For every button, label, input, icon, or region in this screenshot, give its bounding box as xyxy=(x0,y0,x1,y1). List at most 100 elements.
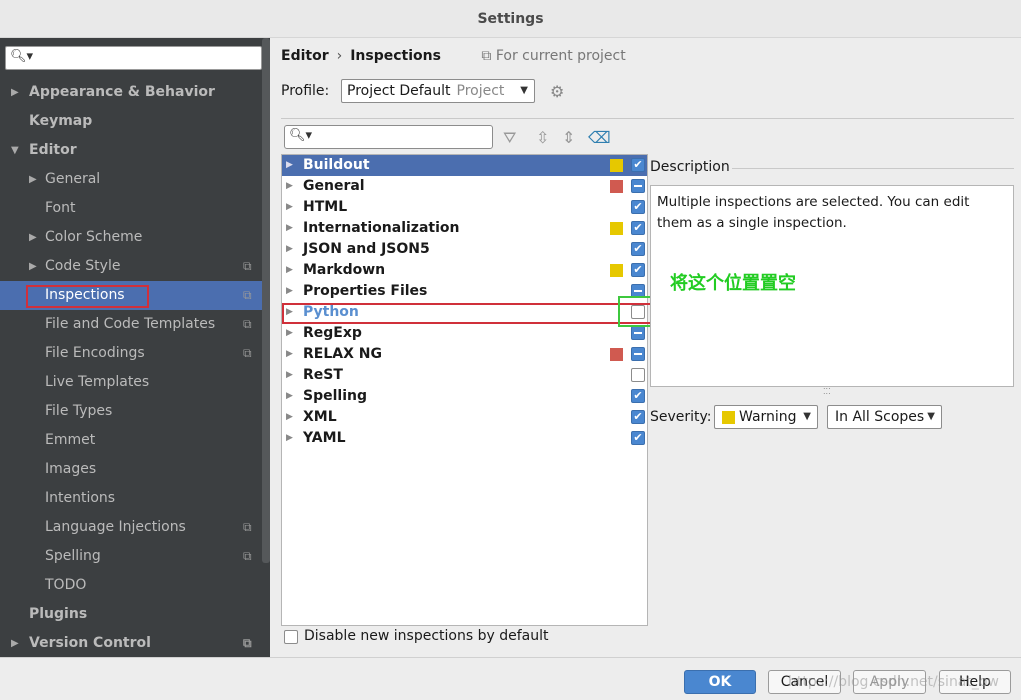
tree-row[interactable]: ▶ Buildout ✔ xyxy=(282,155,647,176)
sidebar-item-version-control[interactable]: ▶ Version Control ⧉ xyxy=(0,629,262,658)
divider xyxy=(281,118,1014,119)
expand-arrow-icon[interactable]: ▶ xyxy=(29,223,37,252)
severity-swatch xyxy=(610,348,623,361)
expand-arrow-icon[interactable]: ▶ xyxy=(286,344,293,365)
tree-row[interactable]: ▶ HTML ✔ xyxy=(282,197,647,218)
enable-checkbox[interactable]: ✔ xyxy=(631,410,645,424)
expand-arrow-icon[interactable]: ▶ xyxy=(11,629,19,658)
tree-row-label: JSON and JSON5 xyxy=(303,241,430,257)
enable-checkbox[interactable]: ✔ xyxy=(631,242,645,256)
scrollbar-thumb[interactable] xyxy=(262,38,270,563)
settings-sidebar: 🔍︎▾ ▶ Appearance & Behavior Keymap ▼ Edi… xyxy=(0,38,270,657)
filter-icon[interactable]: ⛛ xyxy=(503,128,516,148)
sidebar-item-code-style[interactable]: ▶ Code Style ⧉ xyxy=(0,252,262,281)
resize-grip-icon[interactable]: ⁚⁚⁚ xyxy=(823,387,831,396)
scope-value: In All Scopes xyxy=(835,409,925,425)
chevron-down-icon: ▼ xyxy=(803,411,811,422)
tree-row-label: YAML xyxy=(303,430,346,446)
sidebar-item-file-code-templates[interactable]: File and Code Templates ⧉ xyxy=(0,310,262,339)
sidebar-item-spelling[interactable]: Spelling ⧉ xyxy=(0,542,262,571)
sidebar-item-editor[interactable]: ▼ Editor xyxy=(0,136,262,165)
collapse-all-icon[interactable]: ⇕ xyxy=(562,128,575,147)
tree-row[interactable]: ▶ RegExp xyxy=(282,323,647,344)
sidebar-item-language-injections[interactable]: Language Injections ⧉ xyxy=(0,513,262,542)
search-icon: 🔍︎▾ xyxy=(10,49,34,64)
expand-arrow-icon[interactable]: ▶ xyxy=(286,365,293,386)
enable-checkbox[interactable]: ✔ xyxy=(631,389,645,403)
sidebar-item-emmet[interactable]: Emmet xyxy=(0,426,262,455)
severity-value: Warning xyxy=(739,409,797,425)
sidebar-item-plugins[interactable]: Plugins xyxy=(0,600,262,629)
enable-checkbox[interactable]: ✔ xyxy=(631,221,645,235)
ok-button[interactable]: OK xyxy=(684,670,756,694)
enable-checkbox[interactable] xyxy=(631,347,645,361)
enable-checkbox[interactable] xyxy=(631,326,645,340)
enable-checkbox[interactable]: ✔ xyxy=(631,431,645,445)
breadcrumb-current: Inspections xyxy=(350,48,441,64)
sidebar-item-file-encodings[interactable]: File Encodings ⧉ xyxy=(0,339,262,368)
tree-row-label: RegExp xyxy=(303,325,362,341)
sidebar-item-live-templates[interactable]: Live Templates xyxy=(0,368,262,397)
tree-row[interactable]: ▶ Properties Files xyxy=(282,281,647,302)
expand-arrow-icon[interactable]: ▶ xyxy=(286,323,293,344)
sidebar-item-color-scheme[interactable]: ▶ Color Scheme xyxy=(0,223,262,252)
tree-row-label: Internationalization xyxy=(303,220,460,236)
tree-row[interactable]: ▶ General xyxy=(282,176,647,197)
tree-row[interactable]: ▶ XML ✔ xyxy=(282,407,647,428)
inspections-tree[interactable]: ▶ Buildout ✔ ▶ General ▶ HTML ✔ ▶ Internationaliz… xyxy=(281,154,648,626)
collapse-arrow-icon[interactable]: ▼ xyxy=(11,136,19,165)
profile-dropdown[interactable]: Project Default Project ▼ xyxy=(341,79,535,103)
sidebar-item-file-types[interactable]: File Types xyxy=(0,397,262,426)
expand-arrow-icon[interactable]: ▶ xyxy=(286,197,293,218)
expand-arrow-icon[interactable]: ▶ xyxy=(286,176,293,197)
sidebar-item-images[interactable]: Images xyxy=(0,455,262,484)
tree-row[interactable]: ▶ Internationalization ✔ xyxy=(282,218,647,239)
tree-row[interactable]: ▶ Spelling ✔ xyxy=(282,386,647,407)
enable-checkbox[interactable]: ✔ xyxy=(631,263,645,277)
tree-row[interactable]: ▶ YAML ✔ xyxy=(282,428,647,449)
project-scope-icon: ⧉ xyxy=(243,259,252,273)
expand-arrow-icon[interactable]: ▶ xyxy=(286,281,293,302)
sidebar-item-appearance-behavior[interactable]: ▶ Appearance & Behavior xyxy=(0,78,262,107)
tree-row[interactable]: ▶ RELAX NG xyxy=(282,344,647,365)
expand-arrow-icon[interactable]: ▶ xyxy=(29,165,37,194)
sidebar-item-intentions[interactable]: Intentions xyxy=(0,484,262,513)
enable-checkbox[interactable] xyxy=(631,179,645,193)
expand-arrow-icon[interactable]: ▶ xyxy=(286,155,293,176)
tree-row[interactable]: ▶ Markdown ✔ xyxy=(282,260,647,281)
watermark-text: https://blog.csdn.net/sinat_ow xyxy=(788,674,999,690)
expand-arrow-icon[interactable]: ▶ xyxy=(286,386,293,407)
sidebar-search-input[interactable]: 🔍︎▾ xyxy=(5,46,262,70)
tree-row[interactable]: ▶ ReST xyxy=(282,365,647,386)
tree-row[interactable]: ▶ JSON and JSON5 ✔ xyxy=(282,239,647,260)
sidebar-item-font[interactable]: Font xyxy=(0,194,262,223)
enable-checkbox[interactable] xyxy=(631,368,645,382)
expand-arrow-icon[interactable]: ▶ xyxy=(286,218,293,239)
sidebar-scrollbar[interactable] xyxy=(262,38,270,657)
gear-icon[interactable]: ⚙ xyxy=(550,82,564,101)
expand-arrow-icon[interactable]: ▶ xyxy=(286,428,293,449)
severity-swatch xyxy=(610,159,623,172)
expand-arrow-icon[interactable]: ▶ xyxy=(286,407,293,428)
sidebar-item-general[interactable]: ▶ General xyxy=(0,165,262,194)
tree-row-label: XML xyxy=(303,409,337,425)
expand-arrow-icon[interactable]: ▶ xyxy=(286,260,293,281)
eraser-icon[interactable]: ⌫ xyxy=(588,128,611,147)
disable-new-checkbox[interactable] xyxy=(284,630,298,644)
project-scope-icon: ⧉ xyxy=(243,636,252,650)
expand-all-icon[interactable]: ⇳ xyxy=(536,128,549,147)
inspection-search-input[interactable]: 🔍︎▾ xyxy=(284,125,493,149)
search-icon: 🔍︎▾ xyxy=(289,128,313,143)
sidebar-item-keymap[interactable]: Keymap xyxy=(0,107,262,136)
severity-dropdown[interactable]: Warning ▼ xyxy=(714,405,818,429)
expand-arrow-icon[interactable]: ▶ xyxy=(11,78,19,107)
expand-arrow-icon[interactable]: ▶ xyxy=(29,252,37,281)
scope-dropdown[interactable]: In All Scopes ▼ xyxy=(827,405,942,429)
divider xyxy=(732,168,1014,169)
severity-label: Severity: xyxy=(650,409,712,425)
enable-checkbox[interactable]: ✔ xyxy=(631,158,645,172)
sidebar-item-todo[interactable]: TODO xyxy=(0,571,262,600)
expand-arrow-icon[interactable]: ▶ xyxy=(286,239,293,260)
tree-row-label: Buildout xyxy=(303,157,370,173)
enable-checkbox[interactable]: ✔ xyxy=(631,200,645,214)
